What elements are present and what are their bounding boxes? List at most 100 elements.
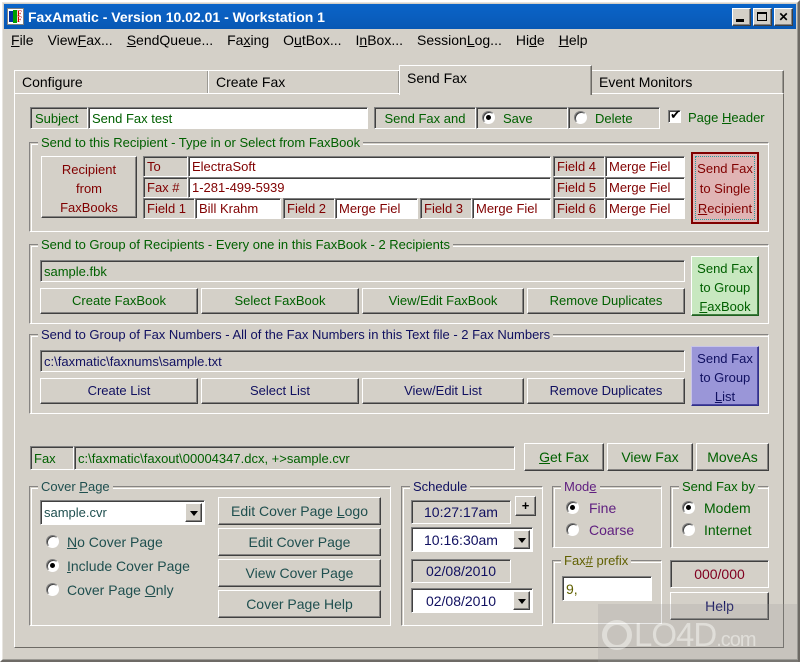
remove-duplicates-list-button[interactable]: Remove Duplicates bbox=[527, 378, 685, 404]
scheduled-date-value: 02/08/2010 bbox=[425, 592, 497, 609]
send-fax-to-group-faxbook-button[interactable]: Send Fax to Group FaxBook bbox=[691, 256, 759, 316]
tab-create-fax[interactable]: Create Fax bbox=[208, 70, 400, 94]
recipient-from-faxbooks-button[interactable]: Recipient from FaxBooks bbox=[41, 156, 137, 218]
chevron-down-icon-time[interactable] bbox=[513, 530, 530, 549]
move-as-label: MoveAs bbox=[707, 449, 758, 465]
field3-label: Field 3 bbox=[424, 201, 464, 216]
mode-fine-radio[interactable] bbox=[566, 501, 579, 514]
subject-input[interactable]: Send Fax test bbox=[88, 107, 368, 129]
view-edit-faxbook-label: View/Edit FaxBook bbox=[388, 293, 498, 308]
view-edit-faxbook-button[interactable]: View/Edit FaxBook bbox=[362, 288, 524, 314]
group-faxbook-send-line-2: to Group bbox=[699, 280, 751, 295]
schedule-plus-button[interactable]: + bbox=[515, 496, 536, 516]
cover-page-combo[interactable]: sample.cvr bbox=[40, 500, 205, 525]
fax-number-label-box: Fax # bbox=[143, 177, 188, 198]
chevron-down-icon-date[interactable] bbox=[513, 591, 530, 610]
create-faxbook-button[interactable]: Create FaxBook bbox=[40, 288, 198, 314]
field5-label: Field 5 bbox=[557, 180, 597, 195]
send-by-internet-radio[interactable] bbox=[682, 523, 695, 536]
close-button[interactable]: ✕ bbox=[774, 7, 793, 26]
tab-send-fax[interactable]: Send Fax bbox=[399, 65, 592, 95]
faxbook-path-input[interactable]: sample.fbk bbox=[40, 260, 685, 282]
current-time-display: 10:27:17am bbox=[411, 500, 511, 524]
to-input[interactable]: ElectraSoft bbox=[188, 156, 551, 177]
remove-duplicates-faxbook-button[interactable]: Remove Duplicates bbox=[527, 288, 685, 314]
field5-value: Merge Fiel bbox=[609, 180, 671, 195]
field3-label-box: Field 3 bbox=[420, 198, 472, 219]
cover-page-only-radio[interactable] bbox=[46, 583, 59, 596]
chevron-down-icon[interactable] bbox=[185, 503, 202, 522]
view-edit-list-button[interactable]: View/Edit List bbox=[362, 378, 524, 404]
save-radio-box[interactable]: Save bbox=[476, 107, 568, 129]
cover-page-help-button[interactable]: Cover Page Help bbox=[218, 590, 381, 618]
field4-value: Merge Fiel bbox=[609, 159, 671, 174]
faxbooks-line-3: FaxBooks bbox=[60, 200, 118, 215]
menu-item-inbox[interactable]: InBox... bbox=[356, 32, 403, 48]
cover-page-help-label: Cover Page Help bbox=[246, 596, 353, 612]
tab-send-fax-label: Send Fax bbox=[407, 70, 467, 86]
edit-cover-page-logo-button[interactable]: Edit Cover Page Logo bbox=[218, 497, 381, 525]
save-radio[interactable] bbox=[482, 111, 495, 124]
send-by-modem-label: Modem bbox=[704, 500, 751, 516]
get-fax-button[interactable]: Get Fax bbox=[524, 443, 604, 471]
send-fax-to-group-list-button[interactable]: Send Fax to Group List bbox=[691, 346, 759, 406]
view-fax-label: View Fax bbox=[621, 449, 679, 465]
mode-group: Mode bbox=[552, 479, 662, 548]
field4-label-box: Field 4 bbox=[553, 156, 605, 177]
menu-item-help[interactable]: Help bbox=[559, 32, 588, 48]
subject-label: Subject bbox=[35, 110, 79, 126]
fax-path-label: Fax bbox=[34, 450, 56, 466]
field1-label-box: Field 1 bbox=[143, 198, 195, 219]
to-label: To bbox=[147, 159, 161, 174]
mode-coarse-radio[interactable] bbox=[566, 523, 579, 536]
field2-input[interactable]: Merge Fiel bbox=[335, 198, 418, 219]
no-cover-page-label: No Cover Page bbox=[67, 534, 163, 550]
field1-label: Field 1 bbox=[147, 201, 187, 216]
select-list-button[interactable]: Select List bbox=[201, 378, 359, 404]
view-cover-page-button[interactable]: View Cover Page bbox=[218, 559, 381, 587]
delete-radio[interactable] bbox=[574, 111, 587, 124]
scheduled-time-combo[interactable]: 10:16:30am bbox=[411, 527, 533, 552]
create-list-button[interactable]: Create List bbox=[40, 378, 198, 404]
menu-item-faxing[interactable]: Faxing bbox=[227, 32, 269, 48]
tab-event-monitors-label: Event Monitors bbox=[599, 74, 693, 90]
fax-number-input[interactable]: 1-281-499-5939 bbox=[188, 177, 551, 198]
tab-configure[interactable]: Configure bbox=[14, 70, 209, 94]
menu-item-sessionlog[interactable]: SessionLog... bbox=[417, 32, 502, 48]
send-fax-and-label-box: Send Fax and bbox=[374, 107, 476, 129]
field4-input[interactable]: Merge Fiel bbox=[605, 156, 685, 177]
menu-item-viewfax[interactable]: ViewFax... bbox=[48, 32, 113, 48]
fax-path-input[interactable]: c:\faxmatic\faxout\00004347.dcx, +>sampl… bbox=[74, 446, 515, 470]
field2-label-box: Field 2 bbox=[283, 198, 335, 219]
maximize-button[interactable] bbox=[753, 7, 772, 26]
field5-input[interactable]: Merge Fiel bbox=[605, 177, 685, 198]
edit-cover-page-button[interactable]: Edit Cover Page bbox=[218, 528, 381, 556]
select-faxbook-button[interactable]: Select FaxBook bbox=[201, 288, 359, 314]
fax-prefix-input[interactable]: 9, bbox=[562, 576, 652, 601]
scheduled-date-combo[interactable]: 02/08/2010 bbox=[411, 588, 533, 613]
field2-value: Merge Fiel bbox=[339, 201, 401, 216]
page-header-label: Page Header bbox=[688, 110, 765, 125]
single-send-line-2: to Single bbox=[699, 181, 751, 196]
no-cover-page-radio[interactable] bbox=[46, 535, 59, 548]
minimize-button[interactable] bbox=[732, 7, 751, 26]
faxbook-path-value: sample.fbk bbox=[44, 263, 107, 279]
send-fax-to-single-recipient-button[interactable]: Send Fax to Single Recipient bbox=[691, 152, 759, 224]
list-path-input[interactable]: c:\faxmatic\faxnums\sample.txt bbox=[40, 350, 685, 372]
page-header-checkbox[interactable] bbox=[668, 108, 681, 123]
view-fax-button[interactable]: View Fax bbox=[607, 443, 693, 471]
include-cover-page-radio[interactable] bbox=[46, 559, 59, 572]
menu-item-outbox[interactable]: OutBox... bbox=[283, 32, 341, 48]
field1-input[interactable]: Bill Krahm bbox=[195, 198, 281, 219]
move-as-button[interactable]: MoveAs bbox=[696, 443, 769, 471]
help-button[interactable]: Help bbox=[670, 592, 769, 620]
menu-item-sendqueue[interactable]: SendQueue... bbox=[127, 32, 213, 48]
field6-input[interactable]: Merge Fiel bbox=[605, 198, 685, 219]
menu-item-file[interactable]: File bbox=[11, 32, 34, 48]
send-by-modem-radio[interactable] bbox=[682, 501, 695, 514]
delete-label: Delete bbox=[595, 111, 633, 126]
delete-radio-box[interactable]: Delete bbox=[568, 107, 660, 129]
field3-input[interactable]: Merge Fiel bbox=[472, 198, 551, 219]
tab-event-monitors[interactable]: Event Monitors bbox=[591, 70, 784, 94]
menu-item-hide[interactable]: Hide bbox=[516, 32, 545, 48]
